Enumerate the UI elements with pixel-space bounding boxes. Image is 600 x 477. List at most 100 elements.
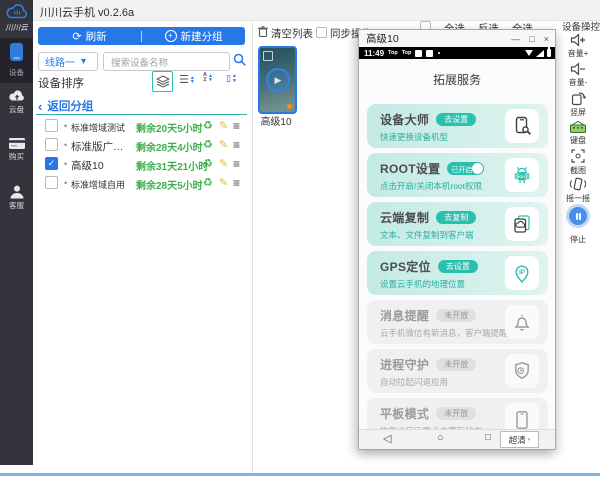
device-row: • 标准增域测试 剩余20天5小时 ♻ ✎ ≡ <box>38 117 248 136</box>
thumbnail-checkbox[interactable] <box>263 51 273 61</box>
more-menu-icon[interactable]: ≡ <box>233 157 240 171</box>
edit-icon[interactable]: ✎ <box>219 119 228 132</box>
sidebar-item-cloud-disk[interactable]: 云盘 <box>0 88 33 115</box>
edit-icon[interactable]: ✎ <box>219 138 228 151</box>
pause-icon <box>566 204 590 228</box>
bullet-icon: • <box>64 159 67 169</box>
cloud-disk-icon <box>7 88 27 103</box>
edit-icon[interactable]: ✎ <box>219 157 228 170</box>
cloud-copy-icon <box>505 207 539 241</box>
renew-icon[interactable]: ♻ <box>203 157 213 170</box>
sort-group-button[interactable] <box>152 71 173 92</box>
screenshot-button[interactable]: 截图 <box>556 148 600 176</box>
phone-screen: 拓展服务 设备大师 去设置 快速更换设备机型 <box>359 59 555 432</box>
line-select-dropdown[interactable]: 线路一 ▾ <box>38 52 98 71</box>
device-checkbox[interactable] <box>45 138 58 151</box>
volume-up-button[interactable]: 音量+ <box>556 33 600 59</box>
chevron-left-icon: ‹ <box>38 99 42 114</box>
stop-button[interactable]: 停止 <box>556 204 600 245</box>
select-all-checkbox[interactable] <box>420 21 431 29</box>
maximize-icon[interactable]: □ <box>529 34 534 44</box>
shake-phone-icon <box>569 176 587 192</box>
more-menu-icon[interactable]: ≡ <box>233 176 240 190</box>
search-icon[interactable] <box>233 53 247 67</box>
device-checkbox[interactable] <box>45 119 58 132</box>
device-checkbox-checked[interactable]: ✓ <box>45 157 58 170</box>
device-master-icon <box>505 109 539 143</box>
divider <box>36 114 247 115</box>
play-icon[interactable]: ▶ <box>266 68 290 92</box>
phone-titlebar[interactable]: 高级10 — □ × <box>359 30 555 48</box>
renew-icon[interactable]: ♻ <box>203 138 213 151</box>
service-card-message[interactable]: 消息提醒 未开放 云手机微信有新消息，客户端提醒 <box>367 300 548 344</box>
close-icon[interactable]: × <box>544 34 549 44</box>
device-checkbox[interactable] <box>45 176 58 189</box>
sync-ops-checkbox[interactable] <box>316 27 327 38</box>
signal-icon <box>536 50 544 57</box>
search-input[interactable] <box>109 55 225 72</box>
bar-icon: ▯ <box>226 73 231 84</box>
sort-by-time-button[interactable]: ▯ ▲▼ <box>226 73 237 84</box>
keyboard-button[interactable]: 键盘 <box>556 120 600 146</box>
sidebar-item-support[interactable]: 客服 <box>0 185 33 211</box>
nav-back-icon[interactable]: ◁ <box>383 432 391 445</box>
renew-icon[interactable]: ♻ <box>203 176 213 189</box>
shake-button[interactable]: 摇一摇 <box>556 176 600 204</box>
chevron-down-icon: ▾ <box>81 56 86 67</box>
notification-icon <box>415 50 422 57</box>
refresh-icon: ⟳ <box>72 30 81 43</box>
plus-icon: + <box>165 30 177 42</box>
sidebar-item-purchase[interactable]: 购买 <box>0 137 33 162</box>
app-title: 川川云手机 v0.2.6a <box>40 4 134 20</box>
service-card-cloud-copy[interactable]: 云端复制 去复制 文本、文件复制到客户端 <box>367 202 548 246</box>
edit-icon[interactable]: ✎ <box>219 176 228 189</box>
bullet-icon: • <box>64 121 67 131</box>
back-to-groups-link[interactable]: ‹ 返回分组 <box>38 98 93 114</box>
sort-alphabetical-button[interactable]: AZ ▲▼ <box>203 73 213 83</box>
support-person-icon <box>9 185 25 199</box>
select-label[interactable]: 全选 <box>512 21 533 29</box>
nav-home-icon[interactable]: ○ <box>437 432 444 444</box>
service-card-gps[interactable]: GPS定位 去设置 设置云手机的地理位置 IP <box>367 251 548 295</box>
service-card-tablet-mode[interactable]: 平板模式 未开放 恢复出厂后需点击更新状态 <box>367 398 548 432</box>
volume-down-button[interactable]: 音量- <box>556 62 600 88</box>
list-lines-icon: ☰ <box>179 73 189 87</box>
toggle-knob <box>472 163 483 174</box>
more-menu-icon[interactable]: ≡ <box>233 119 240 133</box>
service-card-process-guard[interactable]: 进程守护 未开放 自动拉起闪退应用 <box>367 349 548 393</box>
quality-selector[interactable]: 超清▾ <box>500 431 539 448</box>
renew-icon[interactable]: ♻ <box>203 119 213 132</box>
nav-recent-icon[interactable]: □ <box>485 432 491 443</box>
phone-window: 高级10 — □ × 11:49 Top Top 拓展服务 <box>358 29 556 450</box>
go-settings-pill[interactable]: 去设置 <box>438 260 478 273</box>
invert-select-label[interactable]: 反选 <box>478 21 499 29</box>
go-settings-pill[interactable]: 去设置 <box>436 113 476 126</box>
new-group-button[interactable]: + 新建分组 <box>142 27 245 45</box>
select-all-label[interactable]: 全选 <box>444 21 465 29</box>
refresh-button[interactable]: ⟳ 刷新 <box>38 27 141 45</box>
thumbnail-label: 高级10 <box>256 113 296 128</box>
phone-toolbar: 音量+ 音量- 竖屏 键盘 <box>556 28 600 468</box>
rotate-screen-button[interactable]: 竖屏 <box>556 91 600 118</box>
selection-bar: 全选 反选 全选 <box>420 21 552 29</box>
clear-list-icon[interactable] <box>257 25 269 38</box>
phone-nav-bar: ◁ ○ □ 超清▾ <box>359 429 555 449</box>
not-open-pill: 未开放 <box>436 407 476 420</box>
not-open-pill: 未开放 <box>436 309 476 322</box>
sort-by-list-button[interactable]: ☰ ▲▼ <box>179 73 195 87</box>
status-time: 11:49 <box>364 49 384 58</box>
more-menu-icon[interactable]: ≡ <box>233 138 240 152</box>
service-card-root[interactable]: ROOT设置 已开启 点击开启/关闭本机root权限 ROOT <box>367 153 548 197</box>
app-window: 川川云手机 v0.2.6a 全选 反选 全选 设备操控 川川云 设备 云盘 <box>0 0 600 477</box>
clear-list-button[interactable]: 清空列表 <box>271 26 313 41</box>
go-copy-pill[interactable]: 去复制 <box>436 211 476 224</box>
service-card-device-master[interactable]: 设备大师 去设置 快速更换设备机型 <box>367 104 548 148</box>
sidebar-item-devices[interactable]: 设备 <box>0 38 33 83</box>
credit-card-icon <box>8 137 26 150</box>
bell-icon <box>505 305 539 339</box>
phone-status-bar: 11:49 Top Top <box>359 47 555 59</box>
minimize-icon[interactable]: — <box>511 34 520 44</box>
device-thumbnail[interactable]: ▶ <box>258 46 297 114</box>
root-toggle-on[interactable]: 已开启 <box>447 162 484 175</box>
battery-icon <box>547 49 551 57</box>
